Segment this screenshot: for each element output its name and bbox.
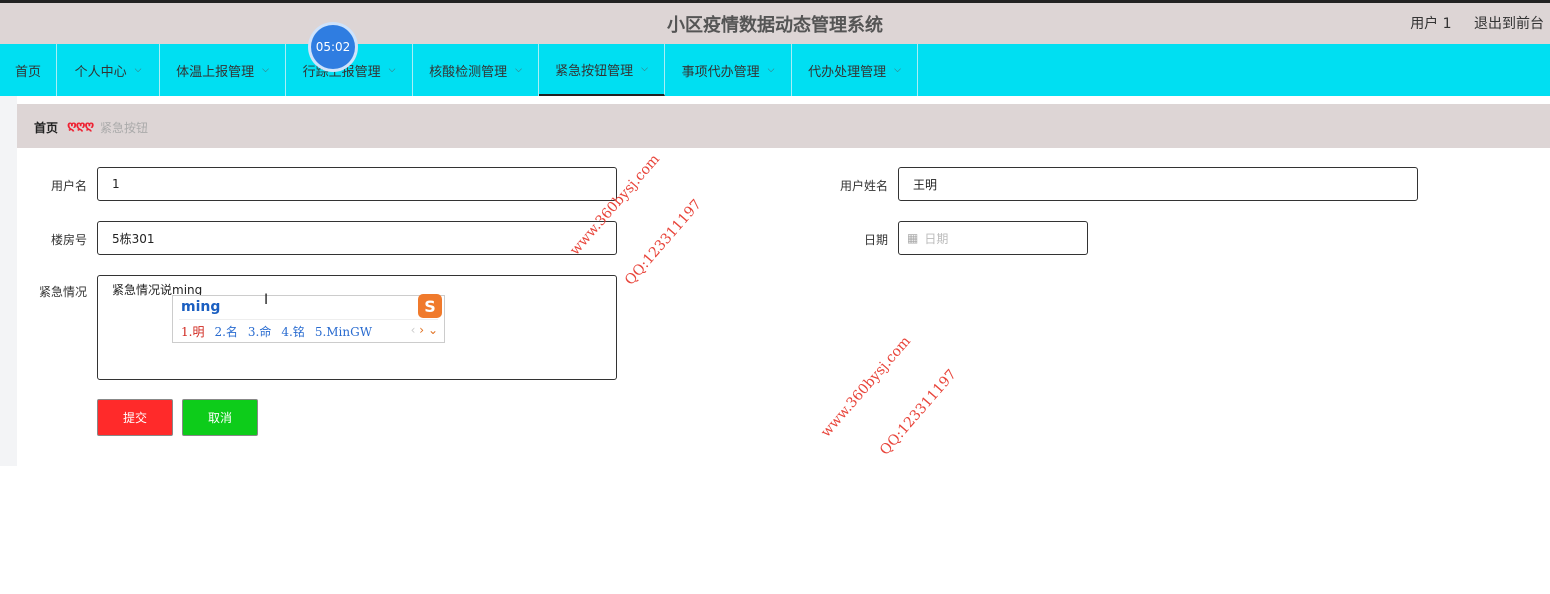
recording-timer-badge: 05:02	[311, 25, 355, 69]
emergency-label: 紧急情况	[38, 285, 87, 299]
breadcrumb: 首页 ღღღ 紧急按钮	[17, 104, 1550, 148]
building-field[interactable]	[97, 221, 617, 255]
nav-label: 首页	[14, 64, 41, 80]
building-label: 楼房号	[50, 233, 87, 247]
exit-to-front-link[interactable]: 退出到前台	[1474, 16, 1544, 32]
submit-button[interactable]: 提交	[97, 399, 173, 436]
top-header: 小区疫情数据动态管理系统 用户 1 退出到前台	[0, 0, 1550, 44]
text-cursor-icon: I	[264, 292, 269, 308]
nav-label: 核酸检测管理	[429, 64, 508, 80]
ime-candidate[interactable]: 1.明	[181, 325, 204, 339]
app-title: 小区疫情数据动态管理系统	[667, 15, 883, 36]
cancel-button[interactable]: 取消	[182, 399, 258, 436]
nav-item-emergency[interactable]: 紧急按钮管理 ⌵	[539, 44, 665, 96]
nav-item-temperature[interactable]: 体温上报管理 ⌵	[160, 44, 286, 96]
nav-label: 个人中心	[74, 64, 127, 80]
date-picker[interactable]: ▦ 日期	[898, 221, 1088, 255]
nav-label: 体温上报管理	[176, 64, 255, 80]
chevron-down-icon: ⌵	[515, 65, 522, 75]
breadcrumb-current: 紧急按钮	[100, 121, 149, 135]
fullname-label: 用户姓名	[839, 179, 888, 193]
nav-item-personal-center[interactable]: 个人中心 ⌵	[57, 44, 160, 96]
breadcrumb-separator-icon: ღღღ	[67, 118, 94, 132]
chevron-down-icon[interactable]: ⌄	[428, 323, 438, 337]
header-actions: 用户 1 退出到前台	[1392, 13, 1544, 33]
ime-candidates: 1.明 2.名 3.命 4.铭 5.MinGW	[181, 323, 382, 340]
nav-item-todo-handling[interactable]: 代办处理管理 ⌵	[792, 44, 918, 96]
chevron-down-icon: ⌵	[262, 65, 269, 75]
ime-composition: ming	[181, 299, 221, 315]
chevron-left-icon[interactable]: ‹	[411, 323, 416, 337]
user-menu[interactable]: 用户 1	[1410, 16, 1451, 32]
chevron-down-icon: ⌵	[134, 65, 142, 75]
ime-candidate[interactable]: 2.名	[214, 325, 237, 339]
nav-label: 紧急按钮管理	[555, 63, 634, 79]
nav-item-nucleic-test[interactable]: 核酸检测管理 ⌵	[413, 44, 539, 96]
breadcrumb-home[interactable]: 首页	[34, 119, 58, 136]
main-nav: 首页 个人中心 ⌵ 体温上报管理 ⌵ 行踪上报管理 ⌵ 核酸检测管理 ⌵ 紧急按钮管理 ⌵…	[0, 44, 1550, 96]
nav-item-todo[interactable]: 事项代办管理 ⌵	[665, 44, 792, 96]
ime-candidate[interactable]: 4.铭	[281, 325, 304, 339]
fullname-field[interactable]	[898, 167, 1418, 201]
chevron-right-icon[interactable]: ›	[419, 323, 424, 337]
date-label: 日期	[863, 233, 888, 247]
chevron-down-icon: ⌵	[641, 64, 648, 74]
chevron-down-icon: ⌵	[767, 65, 775, 75]
calendar-icon: ▦	[907, 231, 919, 245]
username-label: 用户名	[50, 179, 87, 193]
divider	[179, 319, 438, 320]
ime-page-arrows[interactable]: ‹ › ⌄	[411, 323, 438, 337]
ime-candidate[interactable]: 5.MinGW	[315, 325, 372, 339]
chevron-down-icon: ⌵	[894, 65, 901, 75]
username-field[interactable]	[97, 167, 617, 201]
sogou-logo-icon: S	[418, 294, 442, 318]
nav-item-home[interactable]: 首页	[0, 44, 57, 96]
ime-candidate-window: ming S 1.明 2.名 3.命 4.铭 5.MinGW ‹ › ⌄	[172, 294, 445, 343]
date-placeholder: 日期	[924, 231, 949, 246]
nav-label: 事项代办管理	[681, 64, 760, 80]
chevron-down-icon: ⌵	[388, 65, 396, 75]
nav-label: 代办处理管理	[808, 64, 887, 80]
left-gutter	[0, 96, 17, 466]
ime-candidate[interactable]: 3.命	[248, 325, 271, 339]
